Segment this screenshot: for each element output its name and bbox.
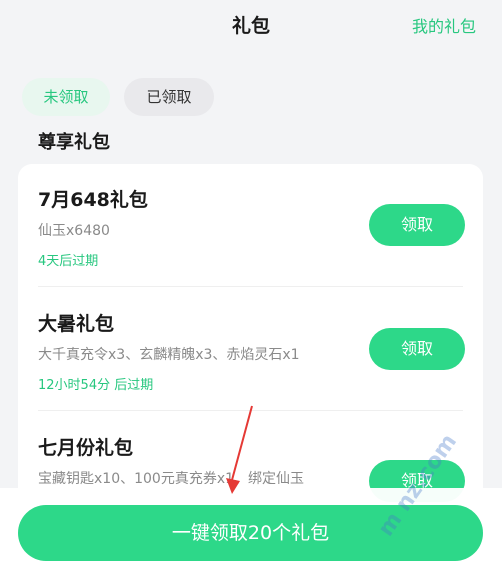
gift-contents: 仙玉x6480 <box>38 223 110 239</box>
gift-name: 7月648礼包 <box>38 189 148 211</box>
header: 礼包 我的礼包 <box>0 0 502 48</box>
tab-claimed[interactable]: 已领取 <box>124 78 214 116</box>
gift-item: 大暑礼包 大千真充令x3、玄麟精魄x3、赤焰灵石x1 12小时54分 后过期 领… <box>38 288 465 410</box>
claim-button[interactable]: 领取 <box>369 204 465 246</box>
gift-name: 大暑礼包 <box>38 313 115 335</box>
gift-expiry: 12小时54分 后过期 <box>38 378 154 393</box>
claim-button[interactable]: 领取 <box>369 328 465 370</box>
section-title: 尊享礼包 <box>38 132 110 153</box>
divider <box>38 410 463 411</box>
gift-contents: 宝藏钥匙x10、100元真充券x1、绑定仙玉 <box>38 471 305 487</box>
tab-unclaimed[interactable]: 未领取 <box>22 78 110 116</box>
gift-contents: 大千真充令x3、玄麟精魄x3、赤焰灵石x1 <box>38 347 300 363</box>
gift-item: 7月648礼包 仙玉x6480 4天后过期 领取 <box>38 164 465 286</box>
divider <box>38 286 463 287</box>
my-gifts-link[interactable]: 我的礼包 <box>412 13 476 37</box>
gift-expiry: 4天后过期 <box>38 254 99 269</box>
gift-name: 七月份礼包 <box>38 437 134 459</box>
